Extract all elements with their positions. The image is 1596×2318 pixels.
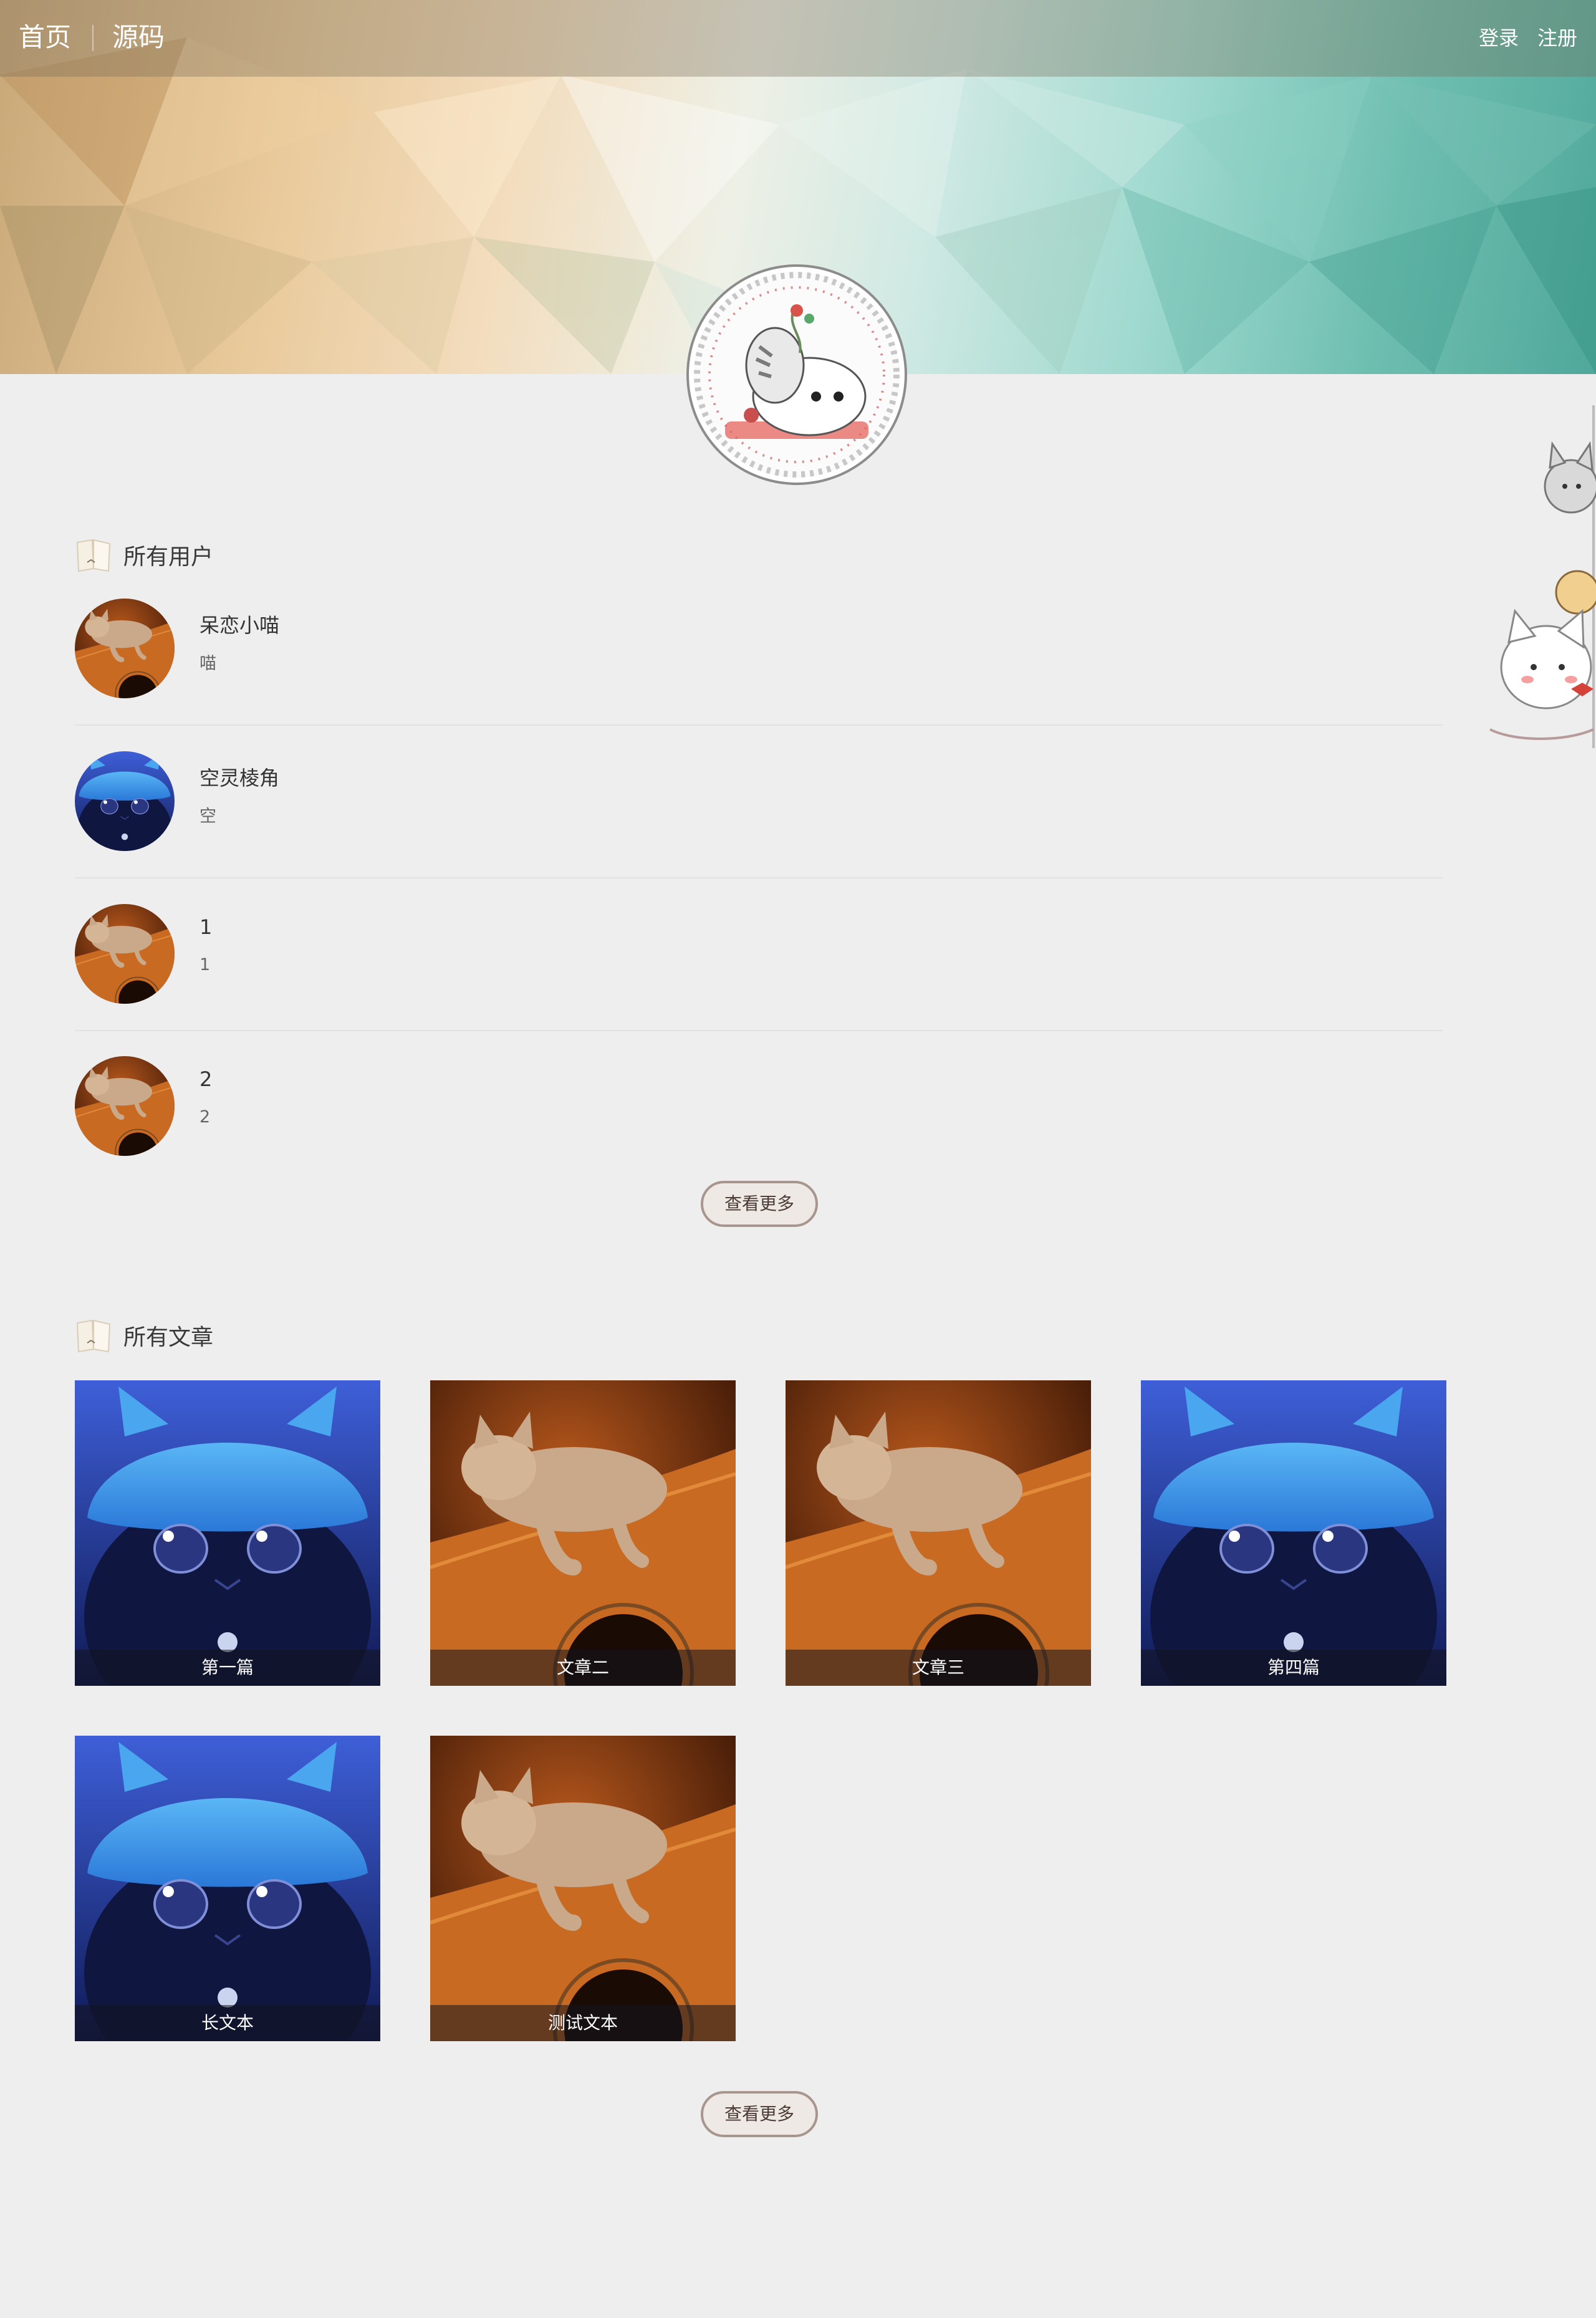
- user-row[interactable]: 11: [75, 904, 1443, 1056]
- article-title[interactable]: 第四篇: [1141, 1650, 1446, 1686]
- blue-hat-cat-image: [75, 751, 175, 851]
- row-divider: [75, 877, 1443, 878]
- article-card[interactable]: 长文本: [75, 1736, 380, 2041]
- nav-divider: [92, 25, 94, 51]
- user-avatar[interactable]: [75, 1056, 175, 1156]
- kitten-on-guitar-image: [786, 1380, 1091, 1686]
- user-name[interactable]: 2: [200, 1067, 212, 1091]
- articles-more-button[interactable]: 查看更多: [701, 2091, 818, 2137]
- nav-home-link[interactable]: 首页: [19, 19, 71, 56]
- kitten-on-guitar-image: [75, 1056, 175, 1156]
- article-title[interactable]: 测试文本: [430, 2005, 736, 2041]
- article-title[interactable]: 长文本: [75, 2005, 380, 2041]
- nav-source-link[interactable]: 源码: [112, 19, 165, 56]
- user-name[interactable]: 1: [200, 915, 212, 939]
- kitten-on-guitar-image: [75, 599, 175, 698]
- user-name[interactable]: 呆恋小喵: [200, 610, 279, 638]
- blue-hat-cat-image: [1141, 1380, 1446, 1686]
- article-card[interactable]: 测试文本: [430, 1736, 736, 2041]
- users-section-title: 所有用户: [123, 544, 214, 570]
- user-name[interactable]: 空灵棱角: [200, 762, 279, 791]
- register-link[interactable]: 注册: [1537, 25, 1577, 51]
- article-title[interactable]: 第一篇: [75, 1650, 380, 1686]
- site-logo-avatar: [694, 272, 900, 478]
- user-description: 1: [200, 955, 211, 974]
- kitten-on-guitar-image: [75, 904, 175, 1004]
- article-card[interactable]: 第四篇: [1141, 1380, 1446, 1686]
- article-title[interactable]: 文章二: [430, 1650, 736, 1686]
- article-card[interactable]: 文章三: [786, 1380, 1091, 1686]
- login-link[interactable]: 登录: [1479, 25, 1519, 51]
- article-card[interactable]: 文章二: [430, 1380, 736, 1686]
- kitten-on-guitar-image: [430, 1736, 736, 2041]
- article-title[interactable]: 文章三: [786, 1650, 1091, 1686]
- user-description: 2: [200, 1107, 211, 1127]
- blue-hat-cat-image: [75, 1736, 380, 2041]
- book-icon: [76, 539, 111, 572]
- articles-section-header: 所有文章: [75, 1317, 213, 1354]
- row-divider: [75, 1030, 1443, 1031]
- kitten-on-guitar-image: [430, 1380, 736, 1686]
- article-card[interactable]: 第一篇: [75, 1380, 380, 1686]
- user-avatar[interactable]: [75, 599, 175, 698]
- users-section-header: 所有用户: [75, 536, 213, 574]
- blue-hat-cat-image: [75, 1380, 380, 1686]
- user-description: 喵: [200, 654, 216, 673]
- side-cats-decoration: [1489, 405, 1596, 748]
- users-more-button[interactable]: 查看更多: [701, 1181, 818, 1227]
- row-divider: [75, 724, 1443, 726]
- articles-section-title: 所有文章: [123, 1325, 214, 1350]
- user-row[interactable]: 空灵棱角空: [75, 751, 1443, 903]
- user-avatar[interactable]: [75, 904, 175, 1004]
- user-avatar[interactable]: [75, 751, 175, 851]
- book-icon: [76, 1319, 111, 1353]
- user-description: 空: [200, 807, 216, 826]
- user-row[interactable]: 呆恋小喵喵: [75, 599, 1443, 751]
- top-navbar: 首页 源码 登录 注册: [0, 0, 1596, 77]
- cat-logo-icon: [694, 272, 900, 478]
